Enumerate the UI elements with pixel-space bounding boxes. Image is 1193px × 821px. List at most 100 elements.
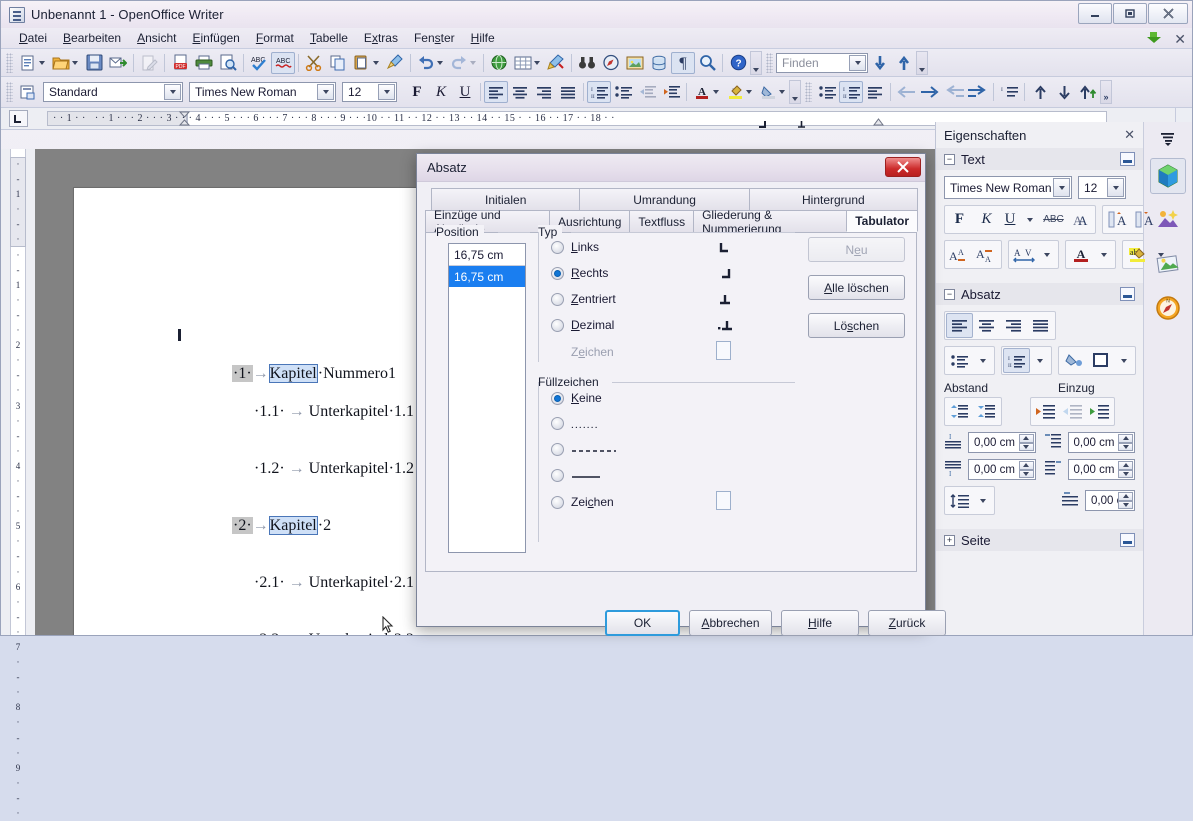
bullets-toolbar-grip[interactable] bbox=[805, 82, 812, 102]
sidebar-highlight-dropdown[interactable] bbox=[1151, 242, 1171, 267]
print-icon[interactable] bbox=[192, 52, 216, 74]
paragraph-style-dropdown[interactable] bbox=[164, 84, 181, 100]
highlighting-button[interactable]: ab bbox=[723, 81, 747, 103]
ordered-list-button[interactable]: I II bbox=[587, 81, 611, 103]
sidebar-bold-button[interactable]: F bbox=[946, 207, 973, 232]
new-document-icon[interactable] bbox=[16, 52, 40, 74]
tab-tabulator[interactable]: Tabulator bbox=[846, 210, 918, 232]
sidebar-tab-navigator[interactable]: N bbox=[1150, 290, 1186, 326]
sidebar-ordered-dropdown[interactable] bbox=[1030, 348, 1050, 373]
menu-format[interactable]: Format bbox=[248, 29, 302, 47]
promote-icon[interactable] bbox=[894, 81, 918, 103]
font-color-dropdown[interactable] bbox=[712, 81, 723, 103]
close-document-icon[interactable]: ✕ bbox=[1174, 32, 1186, 46]
sidebar-align-left-button[interactable] bbox=[946, 313, 973, 338]
decrease-indent-button[interactable] bbox=[635, 81, 659, 103]
background-color-dropdown[interactable] bbox=[778, 81, 789, 103]
font-name-combo[interactable]: Times New Roman bbox=[189, 82, 336, 102]
type-char-input[interactable] bbox=[716, 341, 731, 360]
radio-fill-dashed[interactable] bbox=[551, 443, 621, 456]
undo-icon[interactable] bbox=[414, 52, 438, 74]
unordered-list-button[interactable] bbox=[611, 81, 635, 103]
insert-image-icon[interactable] bbox=[623, 52, 647, 74]
position-list-item[interactable]: 16,75 cm bbox=[449, 266, 525, 287]
radio-dot-dotted[interactable] bbox=[551, 417, 564, 430]
first-line-indent-stepper[interactable] bbox=[1118, 492, 1133, 509]
sidebar-ordered-list-button[interactable]: I II bbox=[1003, 348, 1030, 373]
sidebar-font-color-button[interactable]: A bbox=[1067, 242, 1094, 267]
more-options-absatz-icon[interactable] bbox=[1120, 287, 1135, 301]
find-input[interactable]: Finden bbox=[776, 52, 868, 73]
doc-line-2[interactable]: ·1.1· → Unterkapitel·1.1 bbox=[184, 383, 414, 420]
increase-indent-button-sidebar[interactable] bbox=[1032, 399, 1059, 424]
indent-after-text-field[interactable]: 0,00 cm bbox=[1067, 459, 1135, 480]
radio-dot-zeichen[interactable] bbox=[551, 495, 564, 509]
copy-icon[interactable] bbox=[326, 52, 350, 74]
undo-dropdown[interactable] bbox=[436, 52, 447, 74]
radio-type-rechts[interactable]: Rechts bbox=[551, 266, 608, 280]
tab-gliederung-nummerierung[interactable]: Gliederung & Nummerierung bbox=[693, 208, 848, 236]
radio-fill-solid[interactable] bbox=[551, 469, 621, 482]
more-options-seite-icon[interactable] bbox=[1120, 533, 1135, 547]
clone-formatting-brush-icon[interactable] bbox=[383, 52, 407, 74]
promote-with-subpoints-icon[interactable] bbox=[942, 81, 966, 103]
ok-button[interactable]: OK bbox=[605, 610, 680, 636]
open-folder-icon[interactable] bbox=[49, 52, 73, 74]
paragraph-dialog[interactable]: Absatz Initialen Umrandung Hintergrund E… bbox=[416, 153, 946, 636]
border-style-button[interactable] bbox=[1087, 348, 1114, 373]
paste-icon[interactable] bbox=[350, 52, 374, 74]
collapse-icon-text[interactable]: − bbox=[944, 153, 955, 165]
sidebar-menu-icon[interactable] bbox=[1150, 128, 1186, 150]
cancel-button[interactable]: Abbrechen bbox=[689, 610, 772, 636]
radio-fill-keine[interactable]: Keine bbox=[551, 391, 602, 405]
find-previous-icon[interactable] bbox=[892, 52, 916, 74]
sidebar-underline-button[interactable]: U bbox=[1000, 207, 1020, 232]
document-text[interactable]: ·1·→Kapitel·Nummero1 ·1.1· → Unterkapite… bbox=[178, 288, 414, 635]
first-line-indent-field[interactable]: 0,00 cm bbox=[1085, 490, 1135, 511]
sidebar-close-icon[interactable]: ✕ bbox=[1124, 127, 1135, 143]
move-down-icon[interactable] bbox=[1052, 81, 1076, 103]
menu-tabelle[interactable]: Tabelle bbox=[302, 29, 356, 47]
find-and-replace-binoculars-icon[interactable] bbox=[575, 52, 599, 74]
sidebar-font-size-combo[interactable]: 12 bbox=[1078, 176, 1126, 199]
help-icon[interactable]: ? bbox=[726, 52, 750, 74]
find-next-icon[interactable] bbox=[868, 52, 892, 74]
paragraph-style-combo[interactable]: Standard bbox=[43, 82, 183, 102]
edit-file-icon[interactable] bbox=[137, 52, 161, 74]
spelling-check-icon[interactable]: ABC bbox=[247, 52, 271, 74]
font-size-dropdown[interactable] bbox=[378, 84, 395, 100]
fill-char-input[interactable] bbox=[716, 491, 731, 510]
demote-icon[interactable] bbox=[918, 81, 942, 103]
line-spacing-button[interactable] bbox=[946, 488, 973, 513]
align-center-button[interactable] bbox=[508, 81, 532, 103]
align-left-button[interactable] bbox=[484, 81, 508, 103]
collapse-icon-absatz[interactable]: − bbox=[944, 288, 955, 300]
data-sources-icon[interactable] bbox=[647, 52, 671, 74]
reset-button[interactable]: Zurück bbox=[868, 610, 946, 636]
panel-header-absatz[interactable]: − Absatz bbox=[936, 283, 1143, 305]
justified-button[interactable] bbox=[556, 81, 580, 103]
character-spacing-button[interactable]: AV bbox=[1010, 242, 1037, 267]
more-options-text-icon[interactable] bbox=[1120, 152, 1135, 166]
sidebar-align-right-button[interactable] bbox=[1000, 313, 1027, 338]
expand-icon-seite[interactable]: + bbox=[944, 534, 955, 546]
move-up-icon[interactable] bbox=[1028, 81, 1052, 103]
redo-dropdown[interactable] bbox=[469, 52, 480, 74]
find-toolbar-grip[interactable] bbox=[766, 52, 773, 73]
insert-unnumbered-entry-icon[interactable]: I bbox=[997, 81, 1021, 103]
export-pdf-icon[interactable]: PDF bbox=[168, 52, 192, 74]
space-below-field[interactable]: 0,00 cm bbox=[968, 459, 1036, 480]
toolbar-overflow-standard[interactable] bbox=[750, 50, 762, 75]
radio-fill-zeichen[interactable]: Zeichen bbox=[551, 495, 614, 509]
show-draw-functions-icon[interactable] bbox=[544, 52, 568, 74]
redo-icon[interactable] bbox=[447, 52, 471, 74]
sidebar-unordered-list-button[interactable] bbox=[946, 348, 973, 373]
menu-fenster[interactable]: Fenster bbox=[406, 29, 463, 47]
sidebar-justified-button[interactable] bbox=[1027, 313, 1054, 338]
close-button[interactable] bbox=[1148, 3, 1188, 24]
doc-line-3[interactable]: ·1.2· → Unterkapitel·1.2 bbox=[184, 440, 414, 477]
indent-before-stepper[interactable] bbox=[1118, 434, 1133, 451]
menu-ansicht[interactable]: Ansicht bbox=[129, 29, 184, 47]
font-color-button[interactable]: A bbox=[690, 81, 714, 103]
toolbar-overflow-find[interactable] bbox=[916, 50, 928, 75]
